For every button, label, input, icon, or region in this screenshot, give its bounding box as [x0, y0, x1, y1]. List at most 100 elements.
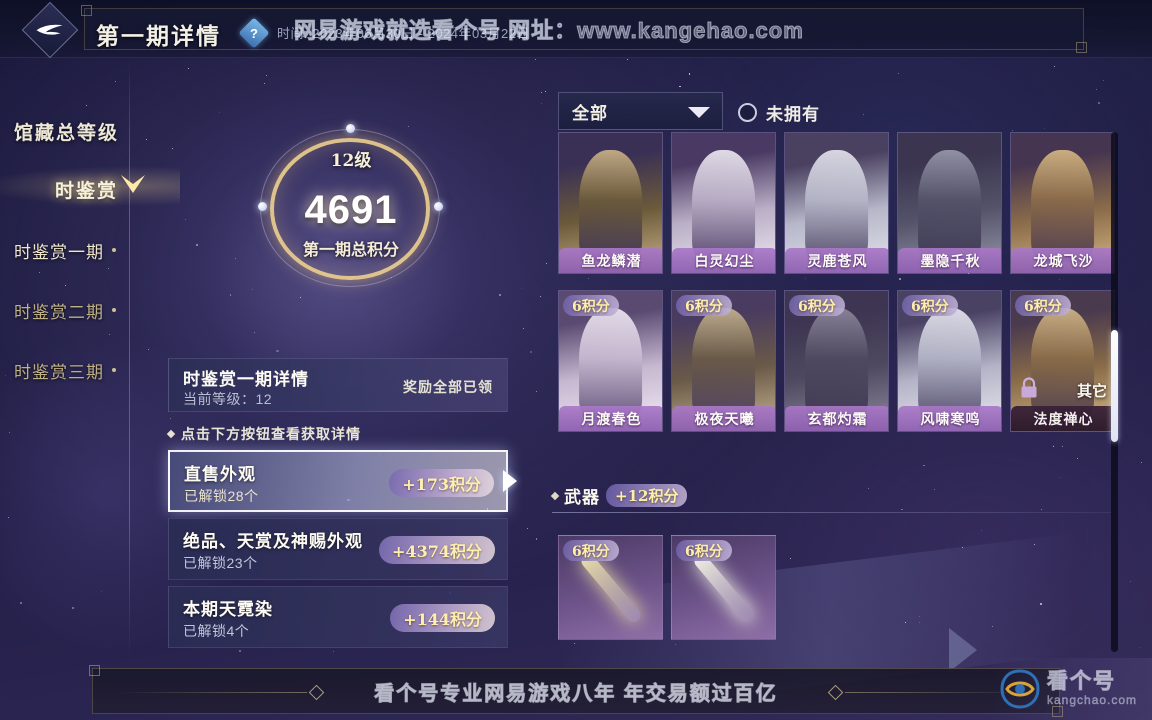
- top-bar-frame: [81, 5, 1087, 53]
- diamond-bullet-icon: [166, 429, 176, 439]
- card-name-label: 玄都灼霜: [785, 406, 888, 431]
- reward-unlocked: 已解锁28个: [184, 488, 259, 504]
- character-figure: [804, 307, 869, 420]
- appearance-card[interactable]: 6积分玄都灼霜: [784, 290, 889, 432]
- detail-hint: 点击下方按钮查看获取详情: [166, 424, 361, 444]
- sidebar-item-dot: [112, 368, 116, 372]
- reward-row-tianni-dye[interactable]: 本期天霓染 已解锁4个 +144积分: [168, 586, 508, 648]
- card-points-badge: 6积分: [563, 540, 619, 561]
- time-range-label: 时间: 2023年06月30日 - 2024年03月22日: [277, 26, 530, 41]
- character-figure: [1030, 307, 1095, 420]
- character-figure: [804, 149, 869, 262]
- appearance-card[interactable]: 墨隐千秋: [897, 132, 1002, 274]
- radio-circle-icon[interactable]: [738, 103, 757, 122]
- card-points-badge: 6积分: [676, 295, 732, 316]
- reward-row-premium-appearance[interactable]: 绝品、天赏及神赐外观 已解锁23个 +4374积分: [168, 518, 508, 580]
- sidebar-item-dot: [112, 308, 116, 312]
- reward-points-badge: +144积分: [390, 604, 495, 632]
- sidebar-item-phase-3[interactable]: 时鉴赏三期: [14, 356, 132, 384]
- swoosh-glyph: [36, 24, 63, 35]
- banner-rule-right: [845, 692, 1035, 693]
- card-name-label: 法度禅心: [1011, 406, 1114, 431]
- appearance-card[interactable]: 龙城飞沙: [1010, 132, 1115, 274]
- top-bar: 第一期详情 ? 时间: 2023年06月30日 - 2024年03月22日 网易…: [0, 0, 1152, 59]
- appearance-card[interactable]: 鱼龙鳞潜: [558, 132, 663, 274]
- reward-points-badge: +173积分: [389, 469, 494, 497]
- detail-header-panel: 时鉴赏一期详情 当前等级：12 奖励全部已领: [168, 358, 508, 412]
- weapon-card[interactable]: 6积分: [558, 535, 663, 640]
- card-name-label: 极夜天曦: [672, 406, 775, 431]
- character-figure: [1030, 149, 1095, 262]
- sidebar-item-label: 时鉴赏一期: [14, 242, 104, 263]
- decorative-corner-triangle: [949, 628, 977, 672]
- appearance-card[interactable]: 6积分 月渡春色: [558, 290, 663, 432]
- bottom-watermark-banner: 看个号专业网易游戏八年 年交易额过百亿: [89, 665, 1063, 717]
- filter-selected-value: 全部: [572, 103, 608, 124]
- unowned-radio-group[interactable]: 未拥有: [738, 100, 820, 125]
- banner-rule-left: [117, 692, 307, 693]
- appearance-card[interactable]: 6积分 风啸寒鸣: [897, 290, 1002, 432]
- card-other-tag: 其它: [1076, 382, 1107, 400]
- sidebar-category-shijianshang[interactable]: 时鉴赏: [55, 176, 118, 203]
- score-level: 12级: [330, 151, 372, 171]
- character-figure: [691, 149, 756, 262]
- chevron-down-icon: [688, 107, 710, 118]
- card-name-label: 龙城飞沙: [1011, 248, 1114, 273]
- character-figure: [917, 307, 982, 420]
- reward-unlocked: 已解锁4个: [183, 623, 250, 639]
- detail-current-level: 当前等级：12: [183, 391, 273, 407]
- corner-watermark-brand: 看个号: [1046, 669, 1116, 693]
- reward-points-badge: +4374积分: [379, 536, 495, 564]
- detail-title: 时鉴赏一期详情: [183, 370, 309, 390]
- weapon-art: [691, 550, 756, 625]
- weapon-section-header: 武器 +12积分: [550, 483, 688, 508]
- weapon-section-label: 武器: [564, 488, 600, 508]
- reward-name: 绝品、天赏及神赐外观: [183, 532, 363, 552]
- page-title: 第一期详情: [96, 23, 221, 50]
- appearance-card[interactable]: 6积分其它法度禅心: [1010, 290, 1115, 432]
- appearance-card[interactable]: 灵鹿苍风: [784, 132, 889, 274]
- sidebar: 馆藏总等级 时鉴赏 时鉴赏一期 时鉴赏二期 时鉴赏三期: [0, 58, 180, 658]
- score-ring-dot: [346, 124, 355, 133]
- card-name-label: 风啸寒鸣: [898, 406, 1001, 431]
- detail-hint-text: 点击下方按钮查看获取详情: [181, 427, 361, 443]
- card-points-badge: 6积分: [1015, 295, 1071, 316]
- character-figure: [578, 307, 643, 420]
- appearance-card[interactable]: 白灵幻尘: [671, 132, 776, 274]
- sidebar-item-dot: [112, 248, 116, 252]
- card-points-badge: 6积分: [789, 295, 845, 316]
- weapon-art: [578, 550, 643, 625]
- detail-reward-status: 奖励全部已领: [403, 380, 493, 396]
- banner-gem-left-icon: [308, 684, 325, 701]
- reward-name: 直售外观: [184, 465, 256, 485]
- character-figure: [691, 307, 756, 420]
- sidebar-item-label: 时鉴赏二期: [14, 302, 104, 323]
- corner-watermark-text: 看个号 kangchao.com: [1046, 669, 1138, 708]
- gallery-scrollbar-thumb[interactable]: [1111, 330, 1118, 442]
- total-score-widget: 12级 4691 第一期总积分: [258, 124, 444, 288]
- sidebar-item-phase-2[interactable]: 时鉴赏二期: [14, 296, 132, 324]
- chevron-down-icon: [121, 175, 145, 193]
- selected-row-arrow-icon: [503, 470, 517, 492]
- reward-row-direct-sale[interactable]: 直售外观 已解锁28个 +173积分: [168, 450, 508, 512]
- lock-icon: [1021, 377, 1037, 398]
- card-points-badge: 6积分: [563, 295, 619, 316]
- character-figure: [578, 149, 643, 262]
- diamond-bullet-icon: [550, 491, 560, 500]
- corner-watermark-url: kangchao.com: [1047, 693, 1138, 708]
- diamond-swoosh-logo-icon: [21, 1, 79, 59]
- reward-unlocked: 已解锁23个: [183, 555, 258, 571]
- unowned-radio-label: 未拥有: [766, 105, 820, 125]
- weapon-section-points: +12积分: [606, 484, 688, 507]
- weapon-section-divider: [552, 512, 1112, 513]
- filter-dropdown[interactable]: 全部: [558, 92, 723, 130]
- help-icon[interactable]: ?: [238, 17, 270, 49]
- weapon-card[interactable]: 6积分: [671, 535, 776, 640]
- banner-text: 看个号专业网易游戏八年 年交易额过百亿: [374, 682, 778, 705]
- banner-gem-right-icon: [827, 684, 844, 701]
- sidebar-item-phase-1[interactable]: 时鉴赏一期: [14, 236, 132, 264]
- character-figure: [917, 149, 982, 262]
- sidebar-title: 馆藏总等级: [14, 122, 120, 144]
- reward-name: 本期天霓染: [183, 600, 273, 620]
- appearance-card[interactable]: 6积分极夜天曦: [671, 290, 776, 432]
